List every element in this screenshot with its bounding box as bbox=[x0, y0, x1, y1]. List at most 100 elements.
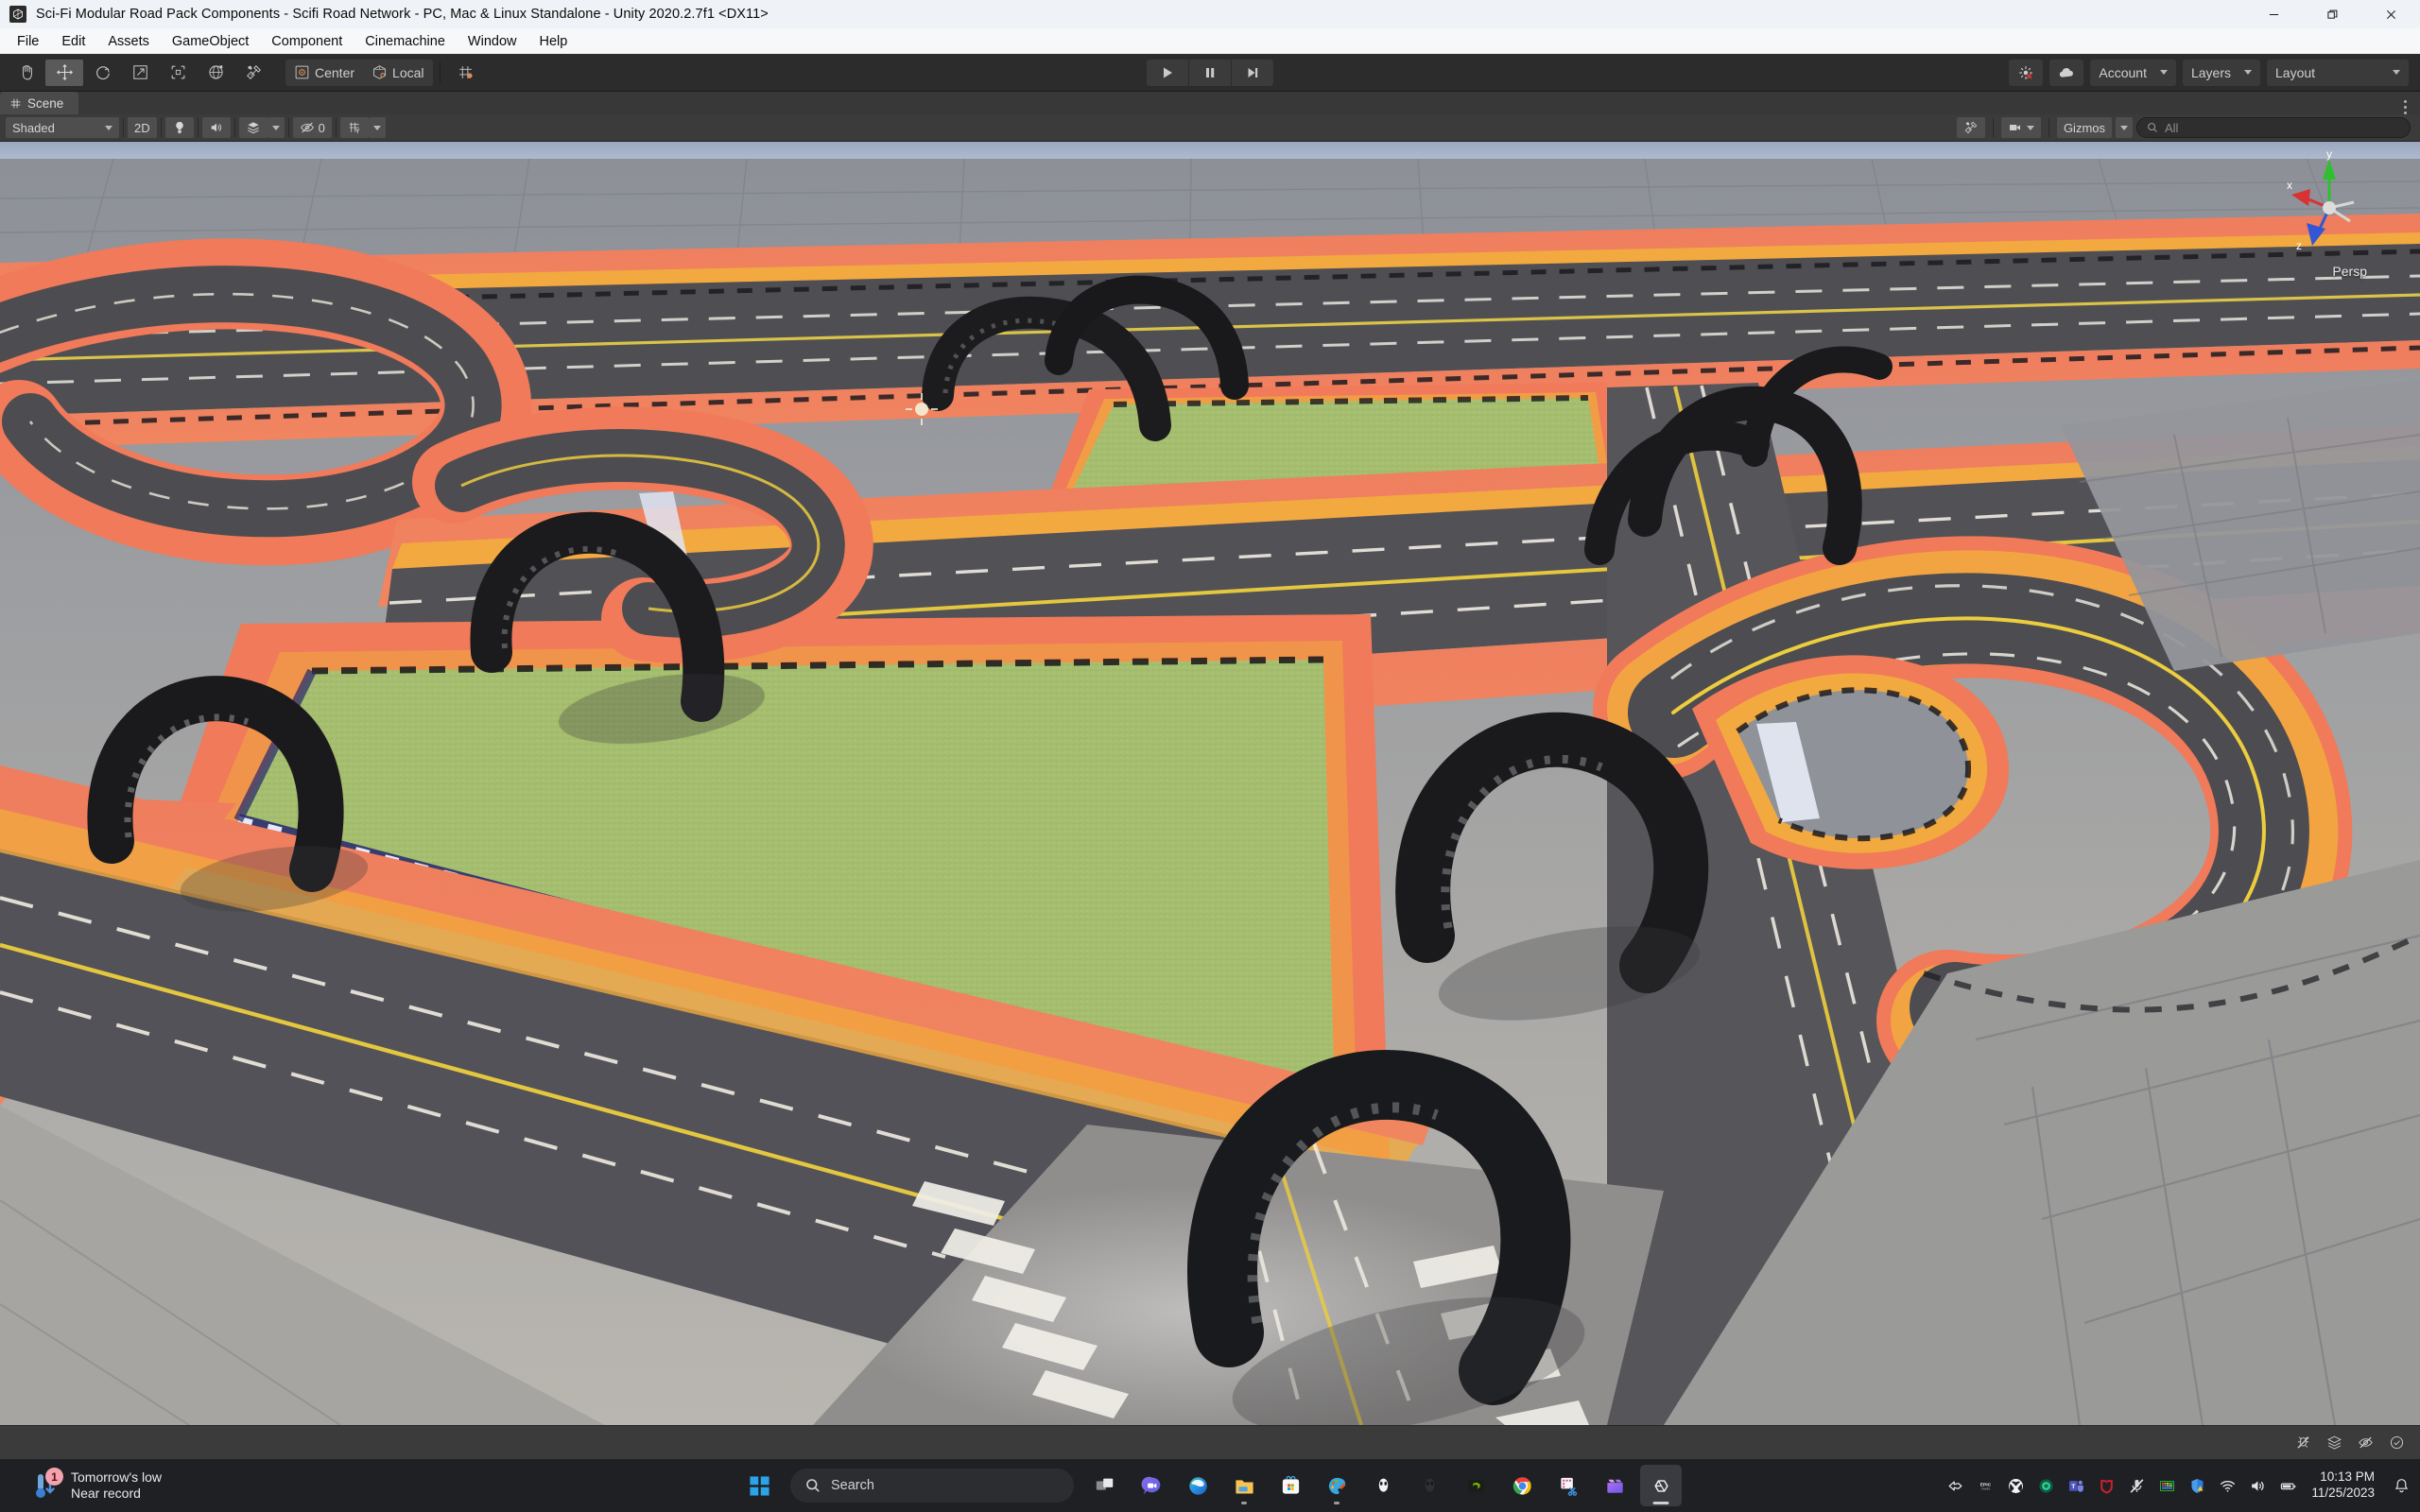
defender-warning-icon[interactable] bbox=[2183, 1467, 2211, 1504]
scene-viewport[interactable]: y x z Persp bbox=[0, 142, 2420, 1425]
pivot-mode-button[interactable]: Center bbox=[285, 60, 363, 86]
minimize-button[interactable] bbox=[2244, 0, 2303, 28]
grid-snapping-button[interactable] bbox=[447, 60, 485, 86]
viewbar-divider bbox=[233, 118, 235, 137]
battery-icon[interactable] bbox=[2273, 1467, 2302, 1504]
running-indicator bbox=[1241, 1502, 1247, 1504]
cloud-services-icon[interactable] bbox=[2049, 59, 2084, 86]
account-dropdown[interactable]: Account bbox=[2090, 59, 2176, 86]
grid-axis-icon bbox=[349, 122, 360, 133]
close-button[interactable] bbox=[2361, 0, 2420, 28]
microsoft-store-icon[interactable] bbox=[1270, 1465, 1311, 1506]
menu-bar: File Edit Assets GameObject Component Ci… bbox=[0, 28, 2420, 54]
menu-item-file[interactable]: File bbox=[6, 30, 50, 53]
restore-button[interactable] bbox=[2303, 0, 2361, 28]
scene-tab-menu-icon[interactable] bbox=[2403, 100, 2420, 114]
alienware-dark-icon[interactable] bbox=[1409, 1465, 1450, 1506]
gizmos-dropdown[interactable] bbox=[2116, 117, 2133, 138]
volume-icon[interactable] bbox=[2243, 1467, 2272, 1504]
hand-tool-button[interactable] bbox=[8, 60, 45, 86]
snipping-tool-icon[interactable] bbox=[1547, 1465, 1589, 1506]
scene-tools-button[interactable] bbox=[1956, 117, 1985, 138]
step-button[interactable] bbox=[1232, 59, 1273, 86]
projection-mode-label[interactable]: Persp bbox=[2332, 264, 2367, 279]
gizmos-toggle-button[interactable]: Gizmos bbox=[2056, 117, 2112, 138]
search-icon bbox=[2148, 123, 2157, 132]
rotation-mode-button[interactable]: Local bbox=[363, 60, 432, 86]
start-button[interactable] bbox=[738, 1465, 780, 1506]
viewbar-divider bbox=[197, 118, 199, 137]
taskbar-clock[interactable]: 10:13 PM 11/25/2023 bbox=[2304, 1469, 2386, 1502]
lightbulb-icon bbox=[175, 122, 183, 134]
scene-render bbox=[0, 142, 2420, 1425]
menu-item-help[interactable]: Help bbox=[527, 30, 579, 53]
layers-dropdown[interactable]: Layers bbox=[2182, 59, 2260, 86]
gizmos-search-input[interactable]: All bbox=[2136, 117, 2411, 138]
menu-item-window[interactable]: Window bbox=[457, 30, 528, 53]
transform-tool-button[interactable] bbox=[197, 60, 234, 86]
alienware-light-icon[interactable] bbox=[1362, 1465, 1404, 1506]
teams-icon[interactable]: T bbox=[2062, 1467, 2090, 1504]
paint-icon[interactable] bbox=[1316, 1465, 1357, 1506]
draw-mode-dropdown[interactable]: Shaded bbox=[6, 117, 119, 138]
epic-games-icon[interactable]: EPIC GAMES bbox=[1971, 1467, 1999, 1504]
hidden-objects-toggle[interactable]: 0 bbox=[292, 117, 332, 138]
grid-visibility-toggle[interactable] bbox=[339, 117, 369, 138]
tab-scene[interactable]: Scene bbox=[0, 92, 79, 114]
weather-widget[interactable]: 1 Tomorrow's low Near record bbox=[0, 1468, 162, 1503]
green-orb-icon[interactable] bbox=[2031, 1467, 2060, 1504]
collab-icon[interactable] bbox=[2009, 59, 2044, 86]
move-tool-button[interactable] bbox=[45, 59, 83, 86]
search-input[interactable]: Search bbox=[790, 1469, 1074, 1503]
layers-stack-icon[interactable] bbox=[2326, 1435, 2342, 1451]
viewbar-divider bbox=[335, 118, 337, 137]
mic-muted-icon[interactable] bbox=[2122, 1467, 2151, 1504]
pause-button[interactable] bbox=[1189, 59, 1231, 86]
unity-hub-icon[interactable] bbox=[1941, 1467, 1969, 1504]
gizmos-search-placeholder: All bbox=[2165, 120, 2179, 135]
grid-dropdown[interactable] bbox=[368, 117, 386, 138]
wifi-icon[interactable] bbox=[2213, 1467, 2241, 1504]
play-button[interactable] bbox=[1147, 59, 1188, 86]
menu-item-edit[interactable]: Edit bbox=[50, 30, 96, 53]
custom-editor-tool-button[interactable] bbox=[234, 60, 272, 86]
debug-icon[interactable] bbox=[2295, 1435, 2311, 1451]
two-d-toggle-button[interactable]: 2D bbox=[128, 117, 157, 138]
mcafee-icon[interactable] bbox=[2092, 1467, 2120, 1504]
menu-item-assets[interactable]: Assets bbox=[96, 30, 161, 53]
scene-lighting-toggle[interactable] bbox=[164, 117, 194, 138]
notifications-bell-icon[interactable] bbox=[2388, 1467, 2414, 1504]
check-circle-icon[interactable] bbox=[2389, 1435, 2405, 1451]
scene-effects-dropdown[interactable] bbox=[267, 117, 285, 138]
scene-axis-gizmo[interactable]: y x z Persp bbox=[2269, 147, 2392, 279]
file-explorer-icon[interactable] bbox=[1223, 1465, 1265, 1506]
window-title-bar: Sci-Fi Modular Road Pack Components - Sc… bbox=[0, 0, 2420, 28]
windows-taskbar: 1 Tomorrow's low Near record Search EPIC… bbox=[0, 1459, 2420, 1512]
rect-tool-button[interactable] bbox=[159, 60, 197, 86]
nvidia-icon[interactable] bbox=[1455, 1465, 1496, 1506]
rgb-keyboard-icon[interactable] bbox=[2152, 1467, 2181, 1504]
layout-dropdown[interactable]: Layout bbox=[2267, 59, 2409, 86]
scene-audio-toggle[interactable] bbox=[201, 117, 231, 138]
menu-item-cinemachine[interactable]: Cinemachine bbox=[354, 30, 457, 53]
edge-icon[interactable] bbox=[1177, 1465, 1219, 1506]
menu-item-gameobject[interactable]: GameObject bbox=[161, 30, 260, 53]
chat-icon[interactable] bbox=[1131, 1465, 1172, 1506]
clipchamp-icon[interactable] bbox=[1594, 1465, 1635, 1506]
scene-effects-toggle[interactable] bbox=[238, 117, 268, 138]
pivot-mode-label: Center bbox=[315, 64, 355, 80]
scale-tool-button[interactable] bbox=[121, 60, 159, 86]
xbox-icon[interactable] bbox=[2001, 1467, 2030, 1504]
scene-camera-button[interactable] bbox=[2000, 117, 2041, 138]
task-view-icon[interactable] bbox=[1084, 1465, 1126, 1506]
speaker-icon bbox=[211, 123, 221, 132]
camera-icon bbox=[2009, 125, 2020, 130]
unity-icon[interactable] bbox=[1640, 1465, 1682, 1506]
chrome-icon[interactable] bbox=[1501, 1465, 1543, 1506]
menu-item-component[interactable]: Component bbox=[260, 30, 354, 53]
weather-badge: 1 bbox=[45, 1468, 63, 1486]
rotate-tool-button[interactable] bbox=[83, 60, 121, 86]
eye-off-icon[interactable] bbox=[2358, 1435, 2374, 1451]
axis-z-label: z bbox=[2296, 239, 2302, 252]
transform-tools-group bbox=[8, 59, 272, 86]
